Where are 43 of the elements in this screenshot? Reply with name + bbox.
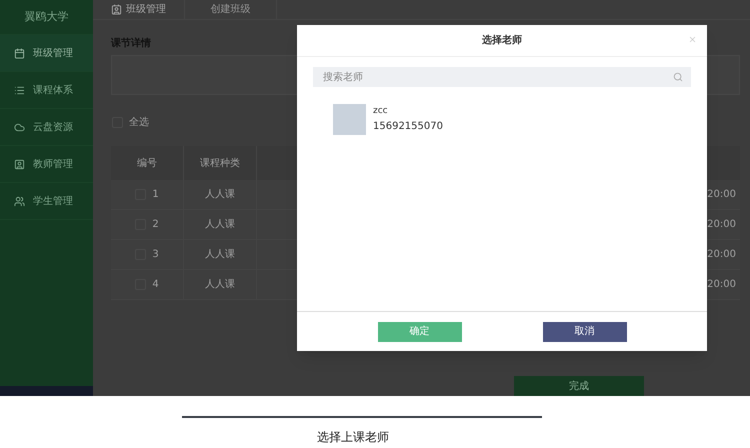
table-cell-text: 20:00 [706, 188, 737, 202]
done-button[interactable]: 完成 [514, 376, 644, 396]
cancel-button[interactable]: 取消 [542, 322, 626, 342]
people-icon [14, 196, 25, 206]
sidebar-item[interactable]: 学生管理 [0, 183, 93, 220]
sidebar-label: 课程体系 [33, 84, 73, 98]
table-cell: 人人课 [184, 240, 257, 269]
teacher-item[interactable]: zcc 15692155070 [333, 104, 671, 135]
table-cell-text: 20:00 [706, 248, 737, 262]
confirm-button[interactable]: 确定 [378, 322, 462, 342]
table-cell-text: 20:00 [706, 218, 737, 232]
sidebar-label: 云盘资源 [33, 120, 73, 134]
dialog-title: 选择老师 [482, 34, 522, 48]
row-number: 2 [152, 218, 159, 232]
sidebar-label: 学生管理 [33, 194, 73, 208]
contact-icon [111, 4, 122, 15]
sidebar-item[interactable]: 课程体系 [0, 72, 93, 109]
caption: 选择上课老师 [317, 429, 389, 446]
person-icon [14, 158, 25, 170]
sidebar-label: 教师管理 [33, 158, 73, 172]
row-number: 4 [152, 278, 159, 292]
list-icon [14, 84, 25, 96]
teacher-name: zcc [373, 105, 389, 118]
calendar-icon [14, 48, 25, 58]
tab[interactable]: 创建班级 [185, 0, 277, 19]
table-cell: 人人课 [184, 180, 257, 209]
sidebar-item[interactable]: 教师管理 [0, 146, 93, 183]
table-cell-text: 20:00 [706, 278, 737, 292]
search-icon [673, 72, 683, 82]
table-cell: 人人课 [184, 270, 257, 299]
tab[interactable]: 班级管理 [93, 0, 185, 19]
search-field[interactable]: 搜索老师 [313, 67, 691, 87]
cloud-icon [14, 122, 25, 132]
table-cell: 人人课 [184, 210, 257, 239]
row-number: 1 [152, 188, 159, 202]
teacher-phone: 15692155070 [373, 120, 443, 134]
close-icon[interactable] [688, 35, 697, 44]
photo-placeholder [333, 104, 366, 135]
sidebar-label: 班级管理 [33, 46, 73, 60]
sidebar-item[interactable]: 云盘资源 [0, 109, 93, 146]
sidebar-item[interactable]: 班级管理 [0, 35, 93, 72]
row-number: 3 [152, 248, 159, 262]
select-all-label: 全选 [129, 116, 149, 130]
